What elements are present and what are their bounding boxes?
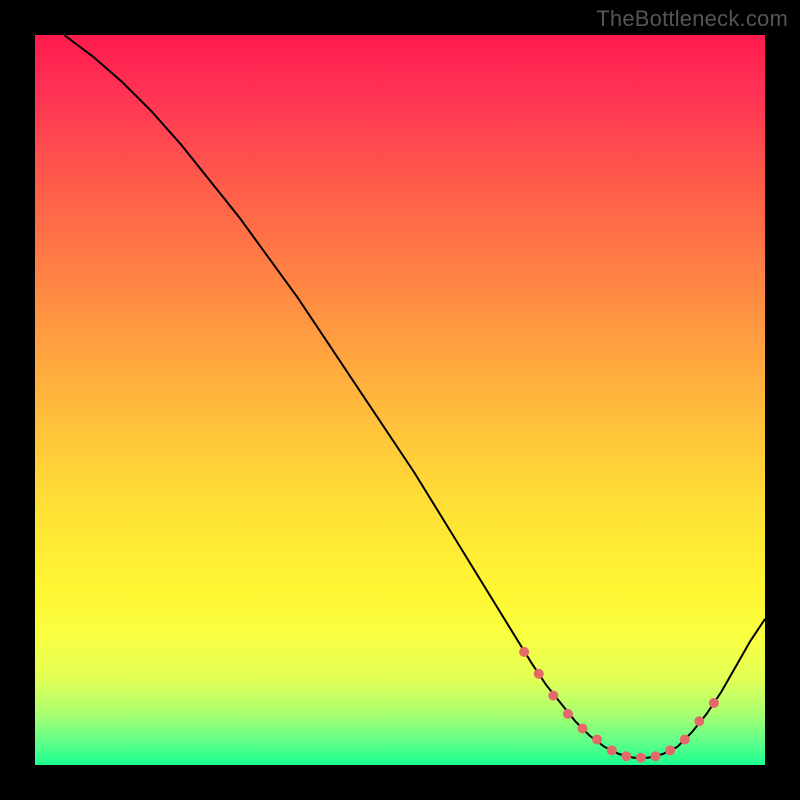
marker-point (534, 669, 544, 679)
marker-point (548, 691, 558, 701)
chart-frame: TheBottleneck.com (0, 0, 800, 800)
marker-point (665, 745, 675, 755)
plot-area (35, 35, 765, 765)
marker-point (694, 716, 704, 726)
marker-point (621, 751, 631, 761)
marker-point (592, 735, 602, 745)
watermark-text: TheBottleneck.com (596, 6, 788, 32)
marker-point (563, 709, 573, 719)
marker-point (709, 698, 719, 708)
chart-svg (35, 35, 765, 765)
marker-point (651, 751, 661, 761)
marker-point (578, 724, 588, 734)
marker-group (519, 647, 719, 763)
marker-point (680, 735, 690, 745)
marker-point (607, 745, 617, 755)
marker-point (519, 647, 529, 657)
bottleneck-curve (64, 35, 765, 758)
marker-point (636, 753, 646, 763)
